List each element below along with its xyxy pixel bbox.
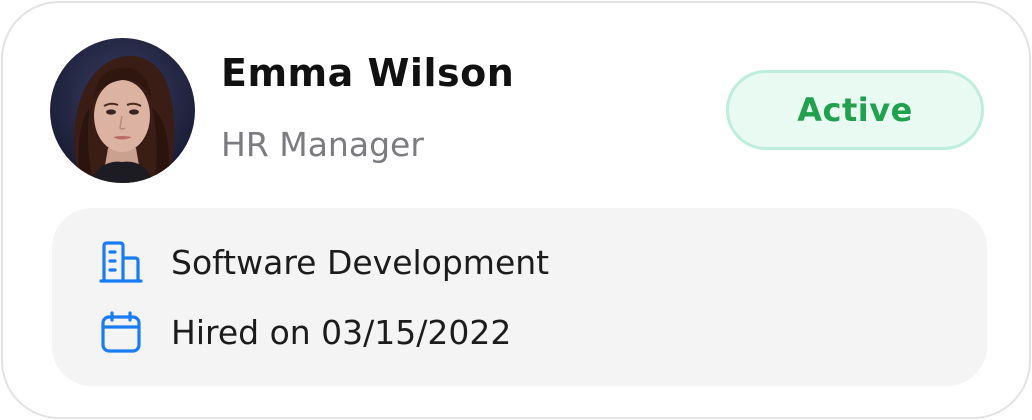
employee-name: Emma Wilson <box>221 51 515 95</box>
employee-card: Emma Wilson HR Manager Active Software D… <box>1 1 1031 419</box>
avatar <box>50 38 195 183</box>
building-icon <box>99 240 147 284</box>
calendar-icon <box>99 310 147 354</box>
hire-date-text: Hired on 03/15/2022 <box>171 312 512 352</box>
details-panel: Software Development Hired on 03/15/2022 <box>52 208 987 386</box>
department-text: Software Development <box>171 242 550 282</box>
status-badge: Active <box>726 70 984 150</box>
employee-role: HR Manager <box>221 125 424 164</box>
department-row: Software Development <box>99 240 549 284</box>
hire-date-row: Hired on 03/15/2022 <box>99 310 511 354</box>
